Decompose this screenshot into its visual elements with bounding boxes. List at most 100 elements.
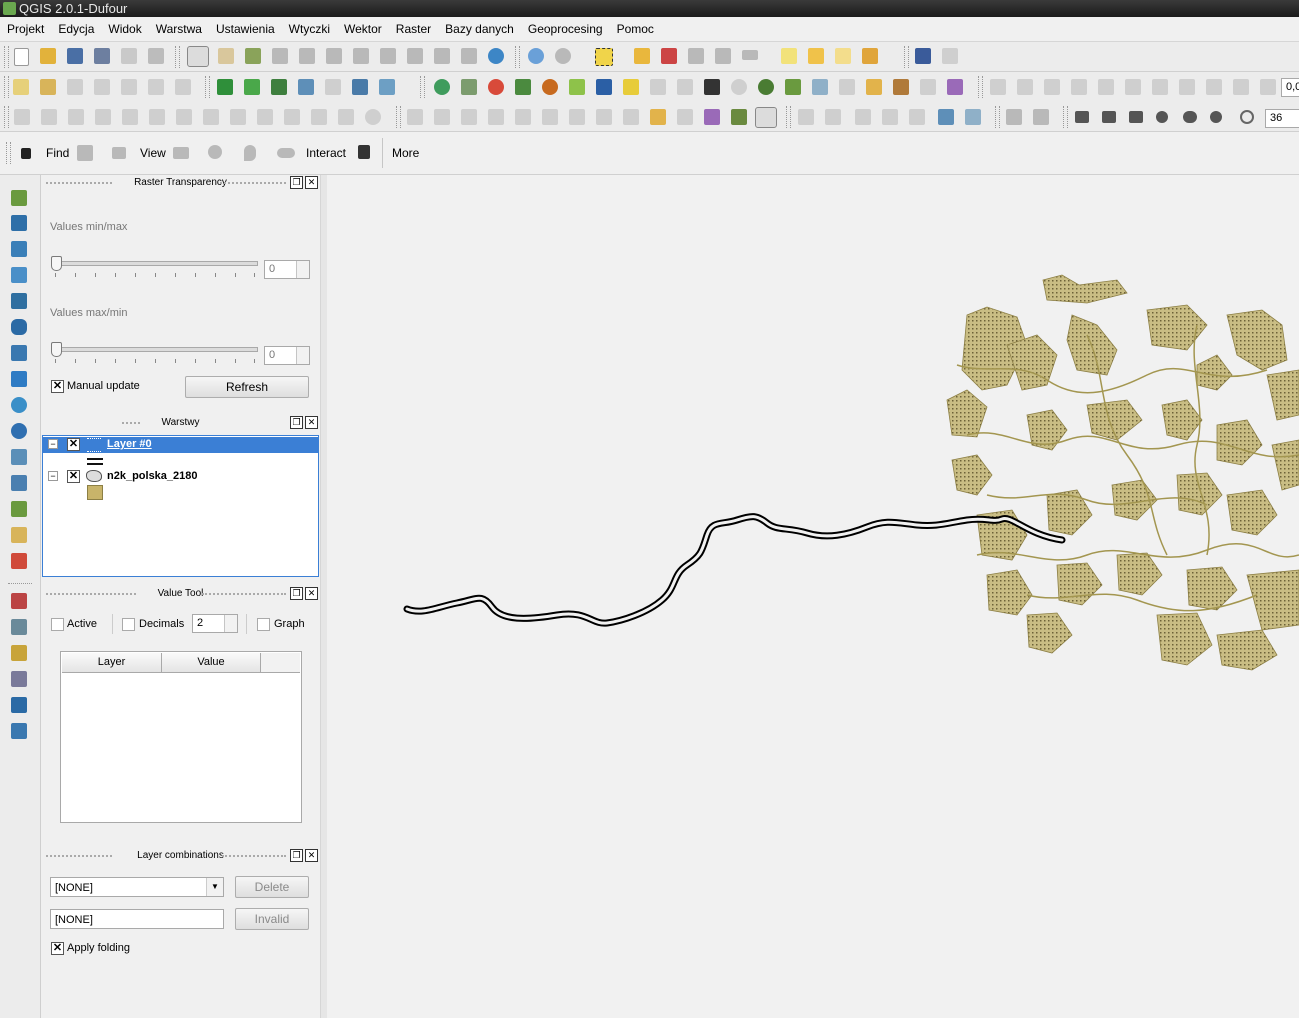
snap-icon[interactable] <box>798 109 814 125</box>
interpolation-icon[interactable] <box>11 671 27 687</box>
combination-name-field[interactable]: [NONE] <box>50 909 224 929</box>
wfs-globe-icon[interactable] <box>11 423 27 439</box>
label-rotate-icon[interactable] <box>121 79 137 95</box>
field-calculator-icon[interactable] <box>715 48 731 64</box>
lightning-layer-icon[interactable] <box>11 371 27 387</box>
toolbar-grip[interactable] <box>420 76 425 98</box>
zoom-in-icon[interactable] <box>272 48 288 64</box>
float-panel-button[interactable]: ❐ <box>290 849 303 862</box>
menu-wektor[interactable]: Wektor <box>337 17 389 41</box>
add-postgis-layer-icon[interactable] <box>271 79 287 95</box>
merge-attributes-icon[interactable] <box>338 109 354 125</box>
zoom-native-icon[interactable] <box>326 48 342 64</box>
overview-icon[interactable] <box>938 109 954 125</box>
menu-widok[interactable]: Widok <box>101 17 148 41</box>
add-raster-layer-icon[interactable] <box>244 79 260 95</box>
column-header-value[interactable]: Value <box>162 653 261 673</box>
new-project-icon[interactable] <box>14 48 29 66</box>
float-panel-button[interactable]: ❐ <box>290 416 303 429</box>
shape-circle-2-icon[interactable] <box>1210 111 1222 123</box>
wcs-icon[interactable] <box>11 293 27 309</box>
toolbar-grip[interactable] <box>4 46 9 68</box>
trace-icon[interactable] <box>825 109 841 125</box>
spin-arrows[interactable] <box>224 615 237 632</box>
add-oracle-layer-icon[interactable] <box>352 79 368 95</box>
invalid-button[interactable]: Invalid <box>235 908 309 930</box>
georeferencer-icon[interactable] <box>569 79 585 95</box>
apply-folding-checkbox[interactable]: ✕ <box>51 942 64 955</box>
zoom-to-layer-icon[interactable] <box>380 48 396 64</box>
action-icon[interactable] <box>555 48 571 64</box>
topology-icon[interactable] <box>704 109 720 125</box>
cad-tool-6-icon[interactable] <box>542 109 558 125</box>
gps-tools-icon[interactable] <box>11 527 27 543</box>
coordinate-field[interactable]: 0,0 <box>1281 78 1299 97</box>
line-tool-icon[interactable] <box>650 79 666 95</box>
style-icon[interactable] <box>855 109 871 125</box>
toggle-active-icon[interactable] <box>755 107 777 128</box>
min-value-spinbox[interactable]: 0 <box>264 260 310 279</box>
layer-stack-icon[interactable] <box>731 109 747 125</box>
search-icon[interactable] <box>77 145 93 161</box>
layer0-visibility-checkbox[interactable]: ✕ <box>67 438 80 451</box>
dock-grip[interactable] <box>220 182 286 184</box>
add-vector-layer-icon[interactable] <box>217 79 233 95</box>
label-style-icon[interactable] <box>909 109 925 125</box>
map-canvas[interactable] <box>327 175 1299 1018</box>
decimals-spinbox[interactable]: 2 <box>192 614 238 633</box>
max-slider-handle[interactable] <box>51 342 62 357</box>
save-as-icon[interactable] <box>94 48 110 64</box>
road-graph-icon[interactable] <box>677 79 693 95</box>
composer-manager-icon[interactable] <box>148 48 164 64</box>
float-panel-button[interactable]: ❐ <box>290 587 303 600</box>
symbol-icon[interactable] <box>882 109 898 125</box>
column-header-layer[interactable]: Layer <box>62 653 162 673</box>
toolbar-grip[interactable] <box>786 106 791 128</box>
add-mssql-layer-icon[interactable] <box>325 79 341 95</box>
delimited-text-icon[interactable] <box>11 475 27 491</box>
shape-rect-2-icon[interactable] <box>1102 111 1116 123</box>
save-edits-icon[interactable] <box>1044 79 1060 95</box>
menu-wtyczki[interactable]: Wtyczki <box>282 17 337 41</box>
dock-grip[interactable] <box>202 593 286 595</box>
grid-icon[interactable] <box>623 109 639 125</box>
network-icon[interactable] <box>947 79 963 95</box>
shape-rect-3-icon[interactable] <box>1129 111 1143 123</box>
globe-icon[interactable] <box>434 79 450 95</box>
move-feature-icon[interactable] <box>1098 79 1114 95</box>
postgis-icon[interactable] <box>11 345 27 361</box>
undo-icon[interactable] <box>14 109 30 125</box>
add-ring-icon[interactable] <box>122 109 138 125</box>
spatial-query-icon[interactable] <box>11 723 27 739</box>
toggle-editing-icon[interactable] <box>990 79 1006 95</box>
cad-tool-1-icon[interactable] <box>407 109 423 125</box>
values-table[interactable]: Layer Value <box>60 651 302 823</box>
raster-tool-2-icon[interactable] <box>1033 109 1049 125</box>
digitize-icon[interactable] <box>515 79 531 95</box>
add-feature-icon[interactable] <box>1071 79 1087 95</box>
simplify-icon[interactable] <box>95 109 111 125</box>
add-wms-layer-icon[interactable] <box>379 79 395 95</box>
toolbar-grip[interactable] <box>4 76 9 98</box>
reshape-icon[interactable] <box>230 109 246 125</box>
diagram-icon[interactable] <box>175 79 191 95</box>
settings-icon[interactable] <box>1260 79 1276 95</box>
pan-hand-icon[interactable] <box>218 48 234 64</box>
add-spatialite-layer-icon[interactable] <box>298 79 314 95</box>
active-checkbox[interactable] <box>51 618 64 631</box>
link-icon[interactable] <box>277 148 295 158</box>
float-panel-button[interactable]: ❐ <box>290 176 303 189</box>
toolbar-grip[interactable] <box>396 106 401 128</box>
refresh-icon[interactable] <box>488 48 504 64</box>
dock-grip[interactable] <box>46 855 112 857</box>
more-label[interactable]: More <box>392 146 419 160</box>
toolbar-grip[interactable] <box>1063 106 1068 128</box>
max-value-spinbox[interactable]: 0 <box>264 346 310 365</box>
lightning-icon[interactable] <box>623 79 639 95</box>
geometry-icon[interactable] <box>542 79 558 95</box>
delete-button[interactable]: Delete <box>235 876 309 898</box>
shape-ellipse-icon[interactable] <box>1183 111 1197 123</box>
interact-label[interactable]: Interact <box>306 146 346 160</box>
rotate-feature-icon[interactable] <box>68 109 84 125</box>
layer-view-icon[interactable] <box>173 147 189 159</box>
